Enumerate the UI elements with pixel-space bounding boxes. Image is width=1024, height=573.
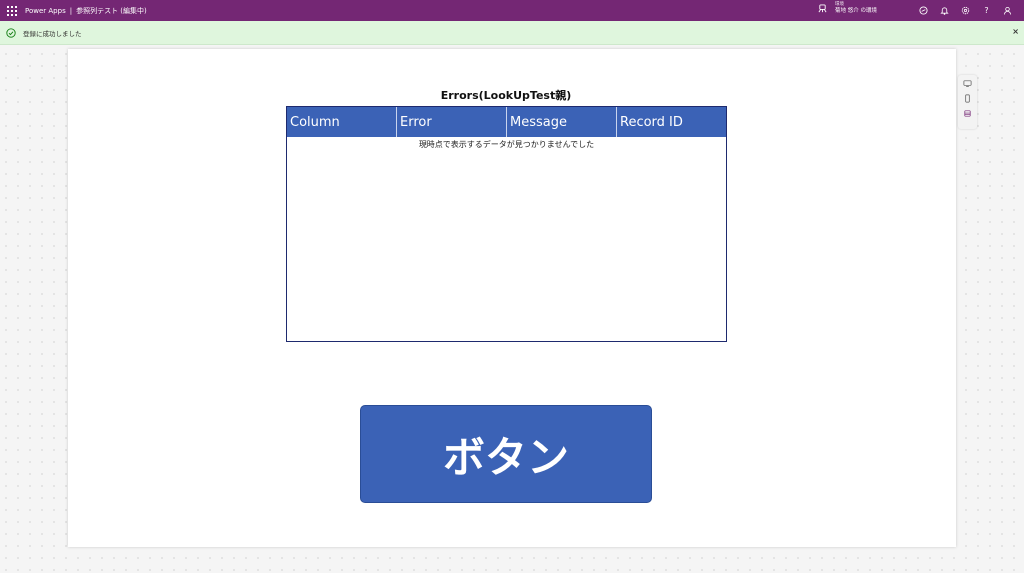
success-check-icon — [6, 27, 16, 38]
top-bar: Power Apps | 参照列テスト (編集中) 環境 菊地 悠介 の環境 ? — [0, 0, 1024, 21]
notification-message: 登録に成功しました — [23, 29, 82, 38]
help-glyph: ? — [984, 6, 989, 15]
errors-table[interactable]: Column Error Message Record ID 現時点で表示するデ… — [286, 106, 727, 342]
copilot-icon[interactable] — [913, 0, 934, 21]
app-title: 参照列テスト (編集中) — [76, 6, 147, 15]
column-header-record-id[interactable]: Record ID — [617, 107, 726, 137]
environment-picker[interactable]: 環境 菊地 悠介 の環境 — [818, 2, 877, 14]
column-header-column[interactable]: Column — [287, 107, 397, 137]
empty-table-message: 現時点で表示するデータが見つかりませんでした — [418, 140, 595, 149]
table-header: Column Error Message Record ID — [287, 107, 726, 137]
view-switcher-panel — [958, 75, 977, 129]
table-title: Errors(LookUpTest親) — [440, 89, 572, 102]
app-launcher-icon[interactable] — [7, 5, 17, 16]
help-icon[interactable]: ? — [976, 0, 997, 21]
column-header-error[interactable]: Error — [397, 107, 507, 137]
environment-name: 菊地 悠介 の環境 — [835, 8, 877, 14]
desktop-view-icon[interactable] — [963, 79, 972, 88]
data-view-icon[interactable] — [963, 109, 972, 118]
column-header-message[interactable]: Message — [507, 107, 617, 137]
settings-icon[interactable] — [955, 0, 976, 21]
mobile-view-icon[interactable] — [963, 94, 972, 103]
account-icon[interactable] — [997, 0, 1018, 21]
close-notification-button[interactable]: × — [1012, 28, 1019, 36]
notification-icon[interactable] — [934, 0, 955, 21]
brand[interactable]: Power Apps | — [25, 7, 76, 15]
brand-label: Power Apps — [25, 6, 66, 15]
environment-label: 環境 — [835, 2, 844, 7]
environment-icon — [818, 3, 827, 12]
app-canvas: Errors(LookUpTest親) Column Error Message… — [68, 49, 956, 547]
title-separator: | — [69, 6, 73, 15]
action-button[interactable]: ボタン — [360, 405, 652, 503]
success-notification: 登録に成功しました × — [0, 21, 1024, 45]
